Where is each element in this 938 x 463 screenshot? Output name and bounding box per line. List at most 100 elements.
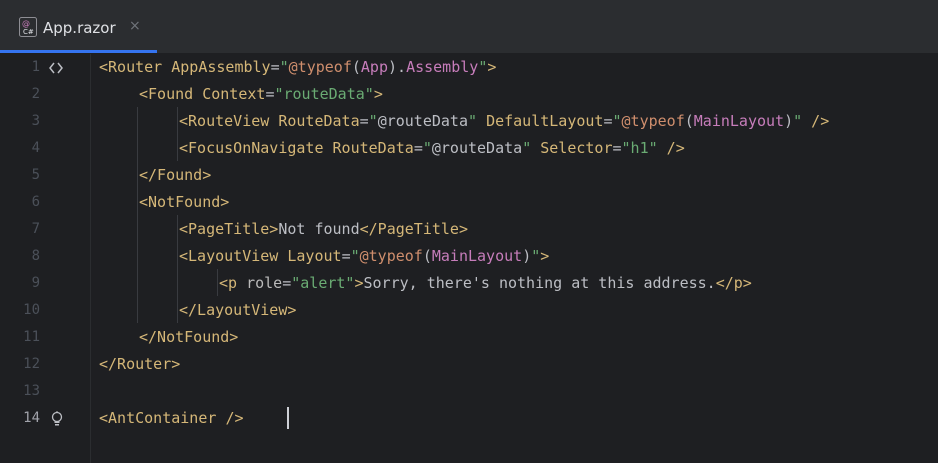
code-line[interactable]: </Found> <box>139 162 211 189</box>
line-number: 9 <box>31 275 40 291</box>
line-number: 4 <box>31 140 40 156</box>
code-line[interactable]: </NotFound> <box>139 324 238 351</box>
code-token: RouteData <box>332 139 414 157</box>
code-line[interactable]: <Router AppAssembly="@typeof(App).Assemb… <box>99 54 496 81</box>
line-number: 14 <box>23 410 40 426</box>
code-line[interactable]: <p role="alert">Sorry, there's nothing a… <box>219 270 752 297</box>
code-token: MainLayout <box>693 112 785 130</box>
line-number: 10 <box>23 302 40 318</box>
code-token: " <box>522 139 532 157</box>
code-token: RouteData <box>278 112 360 130</box>
line-number: 2 <box>31 86 40 102</box>
code-token: @typeof <box>359 247 423 265</box>
code-token: MainLayout <box>431 247 523 265</box>
code-token: ( <box>684 112 694 130</box>
structure-icon[interactable] <box>48 60 64 76</box>
code-token: > <box>487 58 497 76</box>
svg-text:C#: C# <box>23 28 34 36</box>
code-token: /> <box>657 139 685 157</box>
code-token: > <box>540 247 550 265</box>
code-editor[interactable]: 1 2 3 4 5 6 7 8 9 10 11 12 13 14 <Router AppAssembly=… <box>0 54 938 463</box>
line-number: 8 <box>31 248 40 264</box>
code-token: @typeof <box>621 112 685 130</box>
editor-tab-bar: @ C# App.razor × <box>0 0 938 54</box>
code-token: /> <box>225 409 244 427</box>
line-number: 5 <box>31 167 40 183</box>
indent-guide <box>137 107 138 323</box>
code-line[interactable]: <AntContainer /> <box>99 405 244 432</box>
code-token: /> <box>802 112 830 130</box>
code-line[interactable]: <NotFound> <box>139 189 229 216</box>
code-token: ( <box>351 58 361 76</box>
code-line[interactable]: <RouteView RouteData="@routeData" Defaul… <box>179 108 829 135</box>
code-token: = <box>603 112 613 130</box>
code-token: = <box>359 112 369 130</box>
code-token: Layout <box>287 247 342 265</box>
code-line[interactable]: <Found Context="routeData"> <box>139 81 383 108</box>
code-token: <Router <box>99 58 172 76</box>
code-line[interactable]: <FocusOnNavigate RouteData="@routeData" … <box>179 135 685 162</box>
active-tab-indicator <box>0 50 157 53</box>
code-token: role <box>246 274 283 292</box>
code-token: " <box>279 58 289 76</box>
indent-guide <box>177 107 178 161</box>
code-token: = <box>270 58 280 76</box>
code-token: Context <box>202 85 266 103</box>
code-token: </NotFound> <box>139 328 239 346</box>
tab-app-razor[interactable]: @ C# App.razor × <box>0 0 157 53</box>
code-token: " <box>793 112 803 130</box>
line-number: 7 <box>31 221 40 237</box>
line-number: 6 <box>31 194 40 210</box>
svg-text:@: @ <box>22 19 30 28</box>
code-token: <Found <box>139 85 203 103</box>
code-token: Assembly <box>406 58 479 76</box>
code-token: <p <box>219 274 247 292</box>
code-token: > <box>373 85 383 103</box>
line-number: 3 <box>31 113 40 129</box>
code-token: </Router> <box>99 355 181 373</box>
code-token: <FocusOnNavigate <box>179 139 333 157</box>
code-token: @typeof <box>288 58 352 76</box>
code-token: " <box>368 112 378 130</box>
code-token: @routeData <box>431 139 523 157</box>
code-token: ( <box>422 247 432 265</box>
gutter-divider <box>90 54 91 463</box>
code-token: " <box>350 247 360 265</box>
code-token: "h1" <box>621 139 658 157</box>
code-token: > <box>354 274 364 292</box>
line-number: 12 <box>23 356 40 372</box>
code-token: = <box>612 139 622 157</box>
indent-guide <box>177 215 178 323</box>
code-token: App <box>360 58 388 76</box>
code-token: ) <box>522 247 532 265</box>
text-cursor <box>287 407 289 429</box>
code-token: Selector <box>540 139 613 157</box>
code-token: ). <box>388 58 407 76</box>
line-number: 11 <box>23 329 40 345</box>
code-token: " <box>468 112 478 130</box>
code-token: <RouteView <box>179 112 279 130</box>
line-number: 13 <box>23 383 40 399</box>
code-token: <LayoutView <box>179 247 288 265</box>
code-token: = <box>282 274 292 292</box>
code-token: " <box>531 247 541 265</box>
code-line[interactable]: <LayoutView Layout="@typeof(MainLayout)"… <box>179 243 549 270</box>
code-token: Sorry, there's nothing at this address. <box>363 274 716 292</box>
code-token: DefaultLayout <box>486 112 604 130</box>
code-token: </Found> <box>139 166 212 184</box>
code-token: </PageTitle> <box>359 220 468 238</box>
code-token: = <box>413 139 423 157</box>
code-token: </p> <box>715 274 752 292</box>
code-line[interactable]: </LayoutView> <box>179 297 296 324</box>
lightbulb-icon[interactable] <box>49 411 65 427</box>
code-token: Not found <box>278 220 360 238</box>
code-line[interactable]: </Router> <box>99 351 180 378</box>
code-token: "routeData" <box>274 85 374 103</box>
code-token: " <box>612 112 622 130</box>
indent-guide <box>217 269 218 296</box>
code-line[interactable]: <PageTitle>Not found</PageTitle> <box>179 216 468 243</box>
tab-close-icon[interactable]: × <box>129 18 141 34</box>
line-number: 1 <box>31 59 40 75</box>
